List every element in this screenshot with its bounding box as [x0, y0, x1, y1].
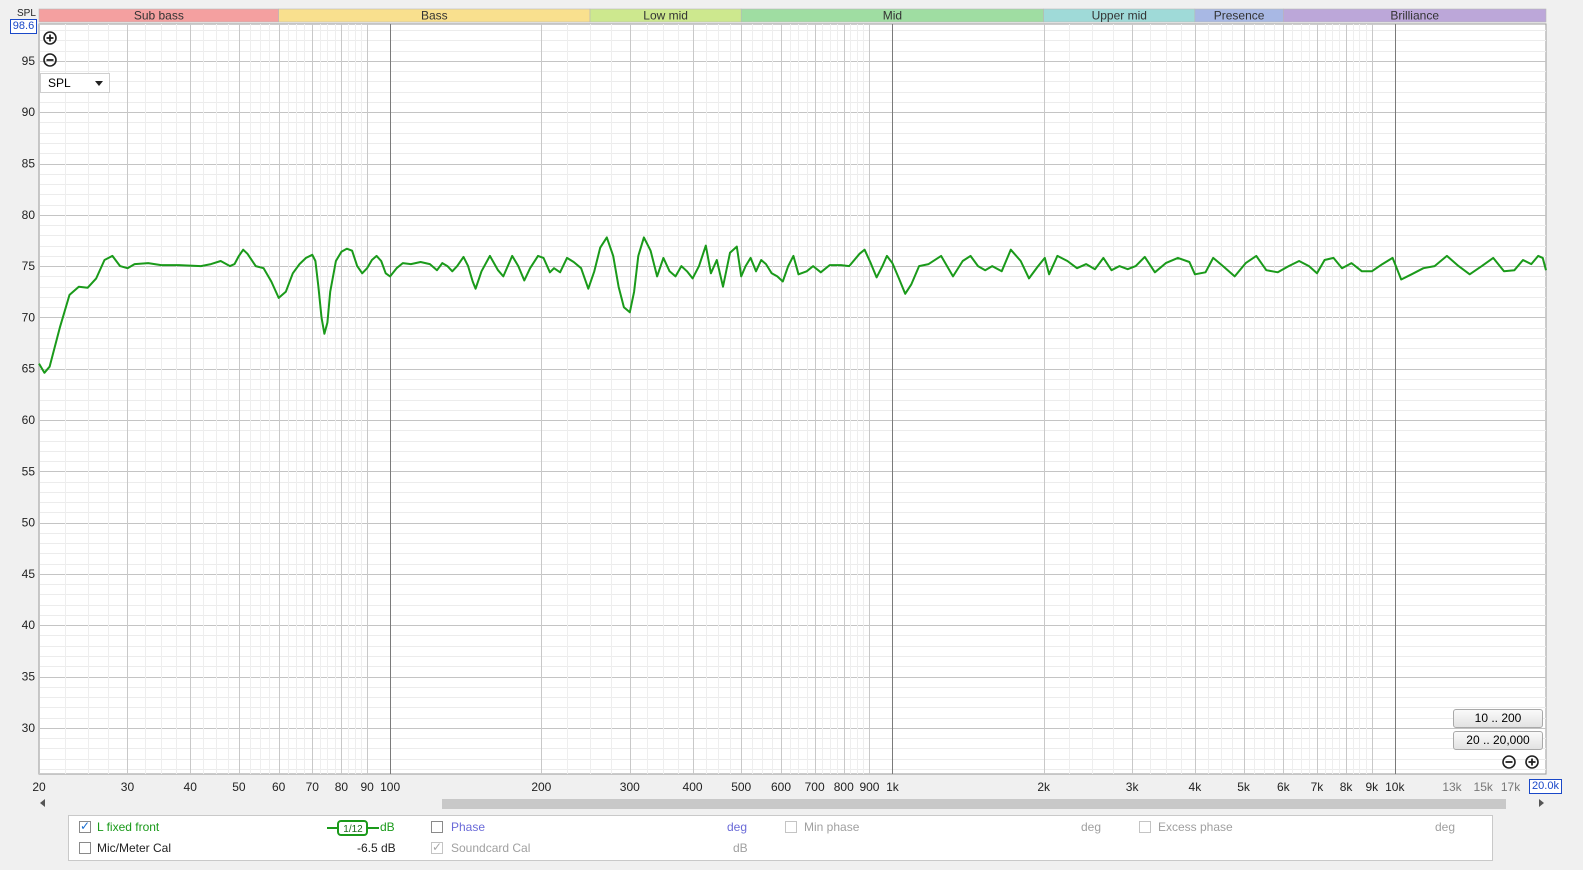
- scroll-right-icon[interactable]: [1539, 799, 1544, 807]
- range-10-200-button[interactable]: 10 .. 200: [1453, 709, 1543, 728]
- y-tick-label: 85: [22, 157, 36, 171]
- band-label: Low mid: [643, 9, 688, 23]
- y-tick-label: 70: [22, 310, 36, 324]
- trace-unit: dB: [380, 820, 395, 834]
- mic-cal-value: -6.5 dB: [357, 841, 396, 855]
- phase-label[interactable]: Phase: [451, 820, 485, 834]
- x-tick-label: 400: [683, 780, 703, 794]
- x-tick-label: 50: [232, 780, 246, 794]
- x-tick-label: 700: [805, 780, 825, 794]
- x-tick-label: 300: [620, 780, 640, 794]
- x-tick-label: 17k: [1501, 780, 1521, 794]
- x-tick-label: 200: [531, 780, 551, 794]
- phase-unit: deg: [727, 820, 748, 834]
- dropdown-arrow-icon: [95, 81, 103, 86]
- zoom-out-icon[interactable]: [42, 52, 58, 68]
- x-tick-label: 7k: [1311, 780, 1325, 794]
- x-tick-label: 40: [184, 780, 198, 794]
- x-tick-label: 500: [731, 780, 751, 794]
- mic-cal-label[interactable]: Mic/Meter Cal: [97, 841, 171, 855]
- x-tick-label: 8k: [1340, 780, 1354, 794]
- x-zoom-in-icon[interactable]: [1524, 754, 1540, 770]
- x-axis-max-field[interactable]: 20.0k: [1529, 779, 1562, 794]
- excess-phase-checkbox[interactable]: [1139, 821, 1151, 833]
- mic-cal-checkbox[interactable]: [79, 842, 91, 854]
- y-tick-label: 55: [22, 464, 36, 478]
- y-tick-label: 50: [22, 516, 36, 530]
- zoom-in-icon[interactable]: [42, 30, 58, 46]
- band-label: Brilliance: [1390, 9, 1439, 23]
- x-tick-label: 80: [335, 780, 349, 794]
- x-tick-label: 100: [380, 780, 400, 794]
- x-tick-label: 5k: [1237, 780, 1251, 794]
- x-tick-label: 2k: [1037, 780, 1051, 794]
- min-phase-label[interactable]: Min phase: [804, 820, 859, 834]
- x-tick-label: 1k: [886, 780, 900, 794]
- x-tick-label: 70: [306, 780, 320, 794]
- x-tick-label: 15k: [1474, 780, 1494, 794]
- x-tick-label: 6k: [1277, 780, 1291, 794]
- band-label: Mid: [883, 9, 902, 23]
- excess-phase-label[interactable]: Excess phase: [1158, 820, 1233, 834]
- x-tick-label: 600: [771, 780, 791, 794]
- x-zoom-out-icon[interactable]: [1501, 754, 1517, 770]
- trace-visible-checkbox[interactable]: [79, 819, 91, 833]
- x-tick-label: 4k: [1189, 780, 1203, 794]
- band-label: Bass: [421, 9, 448, 23]
- x-tick-label: 13k: [1442, 780, 1462, 794]
- x-tick-label: 9k: [1365, 780, 1379, 794]
- band-label: Upper mid: [1092, 9, 1147, 23]
- trace-name[interactable]: L fixed front: [97, 820, 159, 834]
- y-tick-label: 30: [22, 721, 36, 735]
- smoothing-label: 1/12: [343, 824, 363, 835]
- soundcard-cal-unit: dB: [733, 841, 748, 855]
- y-tick-label: 90: [22, 105, 36, 119]
- range-20-20000-button[interactable]: 20 .. 20,000: [1453, 731, 1543, 750]
- trace-legend-panel: L fixed front 1/12 dB Phase deg Min phas…: [68, 815, 1493, 861]
- y-tick-label: 95: [22, 54, 36, 68]
- band-label: Sub bass: [134, 9, 184, 23]
- x-tick-label: 90: [360, 780, 374, 794]
- min-phase-checkbox[interactable]: [785, 821, 797, 833]
- smoothing-badge[interactable]: 1/12: [327, 820, 379, 836]
- x-tick-label: 800: [834, 780, 854, 794]
- x-tick-label: 20: [32, 780, 46, 794]
- x-tick-label: 3k: [1126, 780, 1140, 794]
- y-tick-label: 65: [22, 362, 36, 376]
- graph-type-value: SPL: [48, 76, 71, 90]
- scroll-thumb[interactable]: [442, 799, 1506, 809]
- graph-type-dropdown[interactable]: SPL: [40, 73, 110, 93]
- band-label: Presence: [1214, 9, 1265, 23]
- y-axis-max-field[interactable]: 98.6: [10, 19, 37, 34]
- y-tick-label: 40: [22, 618, 36, 632]
- soundcard-cal-checkbox[interactable]: [431, 840, 443, 854]
- horizontal-scrollbar[interactable]: [36, 797, 1548, 811]
- min-phase-unit: deg: [1081, 820, 1102, 834]
- frequency-response-chart[interactable]: Sub bass Bass Low mid Mid Upper mid Presence B…: [0, 0, 1583, 815]
- phase-checkbox[interactable]: [431, 821, 443, 833]
- excess-phase-unit: deg: [1435, 820, 1456, 834]
- x-tick-label: 60: [272, 780, 286, 794]
- soundcard-cal-label[interactable]: Soundcard Cal: [451, 841, 530, 855]
- y-tick-label: 75: [22, 259, 36, 273]
- x-tick-label: 900: [859, 780, 879, 794]
- plot-area: [38, 23, 1547, 775]
- y-tick-label: 60: [22, 413, 36, 427]
- y-tick-label: 35: [22, 670, 36, 684]
- x-tick-label: 30: [121, 780, 135, 794]
- y-tick-label: 45: [22, 567, 36, 581]
- y-tick-label: 80: [22, 208, 36, 222]
- x-tick-label: 10k: [1385, 780, 1405, 794]
- scroll-left-icon[interactable]: [40, 799, 45, 807]
